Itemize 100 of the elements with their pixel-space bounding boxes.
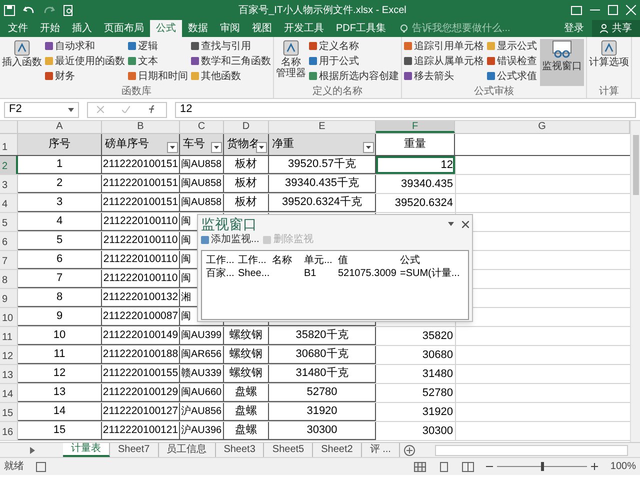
share-button[interactable]: 共享: [592, 20, 640, 37]
check-icon[interactable]: [122, 106, 130, 113]
name-box[interactable]: F2: [4, 102, 79, 118]
vertical-scrollbar[interactable]: [630, 121, 640, 442]
row-header[interactable]: 15: [0, 403, 18, 421]
ribbon-tab[interactable]: 开始: [34, 20, 66, 37]
row-header[interactable]: 5: [0, 213, 18, 231]
login-link[interactable]: 登录: [556, 20, 592, 37]
row-header[interactable]: 13: [0, 365, 18, 383]
ribbon-tab[interactable]: 公式: [150, 20, 182, 37]
row-header[interactable]: 6: [0, 232, 18, 250]
ribbon-button[interactable]: 追踪引用单元格: [404, 39, 484, 53]
table-cell-text: 闽AU660: [181, 386, 222, 400]
ribbon-button[interactable]: 其他函数: [191, 69, 271, 83]
group-label: 公式审核: [473, 86, 515, 98]
filter-dropdown-icon[interactable]: [256, 142, 267, 153]
watch-window-button[interactable]: 监视窗口: [540, 39, 584, 86]
add-sheet-icon[interactable]: [404, 444, 415, 456]
column-header[interactable]: 名称: [272, 253, 304, 266]
ribbon-button[interactable]: 公式求值: [487, 69, 537, 83]
ribbon-tab[interactable]: 插入: [66, 20, 98, 37]
ribbon-button[interactable]: 文本: [128, 54, 188, 68]
column-header[interactable]: 工作...: [206, 253, 238, 266]
ribbon-button[interactable]: 显示公式: [487, 39, 537, 53]
ribbon-button[interactable]: 错误检查: [487, 54, 537, 68]
ribbon-big-button[interactable]: 插入函数: [2, 39, 42, 86]
table-cell-text: 板材: [235, 195, 257, 210]
ribbon-tab[interactable]: 审阅: [214, 20, 246, 37]
row-header[interactable]: 4: [0, 194, 18, 212]
column-header[interactable]: A: [18, 121, 102, 133]
row-header[interactable]: 14: [0, 384, 18, 402]
ribbon-button[interactable]: 定义名称: [309, 39, 399, 53]
ribbon-tab[interactable]: 视图: [246, 20, 278, 37]
ribbon-display-icon[interactable]: [571, 6, 582, 14]
row-header[interactable]: 2: [0, 156, 18, 174]
scroll-right-icon[interactable]: [30, 446, 35, 454]
ribbon-button[interactable]: 财务: [45, 69, 125, 83]
table-cell-text: 2: [56, 176, 63, 192]
undo-icon[interactable]: [23, 4, 35, 16]
ribbon-big-button[interactable]: 名称 管理器: [276, 39, 306, 86]
table-cell-text: 2112220100110: [103, 232, 178, 248]
table-cell-text: 30680千克: [296, 347, 348, 362]
column-header[interactable]: 值: [338, 253, 400, 266]
row-header[interactable]: 1: [0, 134, 18, 155]
table-cell-text: 赣AU339: [181, 366, 222, 381]
ribbon-button[interactable]: 自动求和: [45, 39, 125, 53]
search-field[interactable]: 告诉我您想要做什么...: [412, 20, 522, 37]
column-header[interactable]: 工作...: [238, 253, 272, 266]
table-cell-text: 2112220100110: [103, 252, 178, 267]
table-cell-text: 8: [56, 290, 63, 306]
page-layout-icon[interactable]: [438, 462, 450, 472]
zoom-in-icon[interactable]: [591, 463, 598, 470]
print-preview-icon[interactable]: [63, 4, 74, 16]
ribbon-tab[interactable]: 文件: [2, 20, 34, 37]
column-header[interactable]: C: [180, 121, 224, 133]
ribbon-button[interactable]: 追踪从属单元格: [404, 54, 484, 68]
ribbon-button[interactable]: 逻辑: [128, 39, 188, 53]
row-header[interactable]: 8: [0, 270, 18, 288]
zoom-out-icon[interactable]: [486, 463, 494, 470]
slider-thumb[interactable]: [541, 462, 544, 471]
ribbon-button[interactable]: 数学和三角函数: [191, 54, 271, 68]
table-cell-text: 2112220100151: [102, 194, 178, 210]
ribbon-button[interactable]: 移去箭头: [404, 69, 484, 83]
filter-dropdown-icon[interactable]: [363, 142, 374, 153]
formula-field[interactable]: 12: [175, 102, 636, 118]
macro-record-icon[interactable]: [36, 462, 46, 472]
add-watch-button[interactable]: 添加监视...: [201, 232, 260, 247]
ribbon-tab[interactable]: 页面布局: [98, 20, 150, 37]
column-header[interactable]: B: [102, 121, 180, 133]
group-label: 计算: [598, 86, 620, 98]
ribbon-button[interactable]: 最近使用的函数: [45, 54, 125, 68]
column-header[interactable]: 单元...: [304, 253, 338, 266]
ribbon-button[interactable]: 查找与引用: [191, 39, 271, 53]
close-icon[interactable]: [462, 220, 469, 228]
row-header[interactable]: 12: [0, 346, 18, 364]
column-header[interactable]: F: [376, 121, 455, 133]
maximize-icon[interactable]: [608, 5, 618, 15]
ribbon-button[interactable]: 用于公式: [309, 54, 399, 68]
normal-view-icon[interactable]: [414, 462, 426, 472]
filter-dropdown-icon[interactable]: [167, 142, 178, 153]
row-header[interactable]: 16: [0, 422, 18, 440]
row-header[interactable]: 3: [0, 175, 18, 193]
row-header[interactable]: 11: [0, 327, 18, 345]
row-header[interactable]: 7: [0, 251, 18, 269]
ribbon-tab[interactable]: 开发工具: [278, 20, 330, 37]
ribbon-button[interactable]: 日期和时间: [128, 69, 188, 83]
sheet-tab[interactable]: 计量表: [63, 443, 110, 457]
row-header[interactable]: 10: [0, 308, 18, 326]
column-header[interactable]: 公式: [400, 253, 470, 266]
table-cell-text: 螺纹钢: [230, 366, 262, 382]
ribbon-big-button[interactable]: 计算选项: [589, 39, 629, 86]
ribbon-button[interactable]: 根据所选内容创建: [309, 69, 399, 83]
row-header[interactable]: 9: [0, 289, 18, 307]
save-icon[interactable]: [4, 4, 15, 16]
horizontal-scrollbar[interactable]: [434, 444, 628, 456]
filter-dropdown-icon[interactable]: [211, 142, 222, 153]
ribbon-tab[interactable]: 数据: [182, 20, 214, 37]
ribbon-tab[interactable]: PDF工具集: [330, 20, 392, 37]
column-header[interactable]: D: [224, 121, 269, 133]
page-break-icon[interactable]: [462, 462, 474, 472]
